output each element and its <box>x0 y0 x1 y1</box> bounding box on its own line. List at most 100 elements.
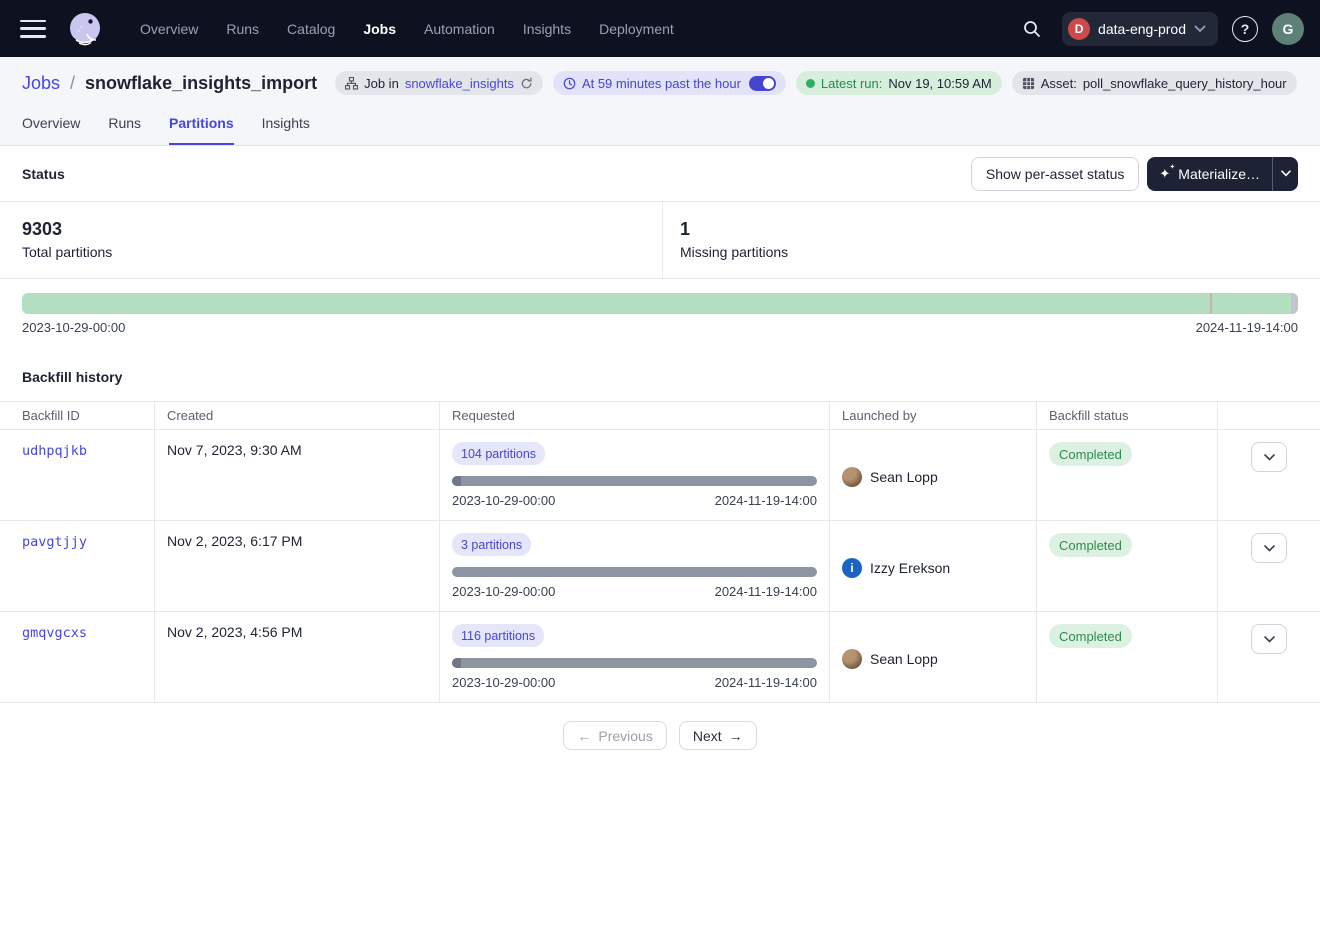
backfill-id-link[interactable]: pavgtjjy <box>22 534 87 550</box>
breadcrumb-separator: / <box>70 73 75 94</box>
latest-run-label: Latest run: <box>821 76 882 91</box>
job-repo-badge: Job in snowflake_insights <box>335 71 543 95</box>
page-title: snowflake_insights_import <box>85 73 317 94</box>
backfill-history-title: Backfill history <box>0 343 1320 401</box>
status-badge: Completed <box>1049 442 1132 466</box>
menu-icon[interactable] <box>20 20 46 38</box>
table-grid-icon <box>1022 77 1035 90</box>
status-cell: Completed <box>1037 612 1218 702</box>
avatar <box>842 467 862 487</box>
materialize-dropdown-button[interactable] <box>1272 157 1298 191</box>
range-end: 2024-11-19-14:00 <box>715 493 817 508</box>
schedule-label: At 59 minutes past the hour <box>582 76 741 91</box>
materialize-label: Materialize… <box>1178 166 1260 182</box>
launched-by-name: Sean Lopp <box>870 469 938 485</box>
status-section-header: Status Show per-asset status ✦ Materiali… <box>0 146 1320 201</box>
nav-item-overview[interactable]: Overview <box>140 21 198 37</box>
created-cell: Nov 2, 2023, 6:17 PM <box>155 521 440 611</box>
total-partitions-label: Total partitions <box>22 244 646 260</box>
latest-run-badge: Latest run: Nov 19, 10:59 AM <box>796 71 1002 95</box>
search-icon[interactable] <box>1016 13 1048 45</box>
nav-item-automation[interactable]: Automation <box>424 21 495 37</box>
help-icon[interactable]: ? <box>1232 16 1258 42</box>
schedule-toggle[interactable] <box>749 76 776 91</box>
nav-links: Overview Runs Catalog Jobs Automation In… <box>140 21 674 37</box>
deployment-name: data-eng-prod <box>1098 21 1186 37</box>
sitemap-icon <box>345 77 358 90</box>
range-end: 2024-11-19-14:00 <box>715 584 817 599</box>
partition-range-end: 2024-11-19-14:00 <box>1196 320 1298 335</box>
job-in-label: Job in <box>364 76 399 91</box>
backfill-range-bar <box>452 658 817 668</box>
requested-cell: 104 partitions 2023-10-29-00:00 2024-11-… <box>440 430 830 520</box>
tab-insights[interactable]: Insights <box>262 115 310 145</box>
asset-link[interactable]: poll_snowflake_query_history_hour <box>1083 76 1287 91</box>
repo-link[interactable]: snowflake_insights <box>405 76 514 91</box>
page-header: Jobs / snowflake_insights_import Job in … <box>0 57 1320 146</box>
created-cell: Nov 7, 2023, 9:30 AM <box>155 430 440 520</box>
partitions-count-badge[interactable]: 116 partitions <box>452 624 544 647</box>
tab-partitions[interactable]: Partitions <box>169 115 234 145</box>
pagination: ← Previous Next → <box>0 721 1320 750</box>
chevron-down-icon <box>1264 636 1275 643</box>
avatar <box>842 649 862 669</box>
status-title: Status <box>22 166 65 182</box>
range-start: 2023-10-29-00:00 <box>452 493 555 508</box>
asset-label: Asset: <box>1041 76 1077 91</box>
chevron-down-icon <box>1264 545 1275 552</box>
range-start: 2023-10-29-00:00 <box>452 675 555 690</box>
header-badges: Job in snowflake_insights At 59 minutes … <box>335 71 1297 95</box>
partitions-count-badge[interactable]: 3 partitions <box>452 533 531 556</box>
launched-by-cell: i Izzy Erekson <box>830 521 1037 611</box>
partition-stats: 9303 Total partitions 1 Missing partitio… <box>0 201 1320 279</box>
tab-bar: Overview Runs Partitions Insights <box>0 103 1320 145</box>
nav-item-runs[interactable]: Runs <box>226 21 259 37</box>
row-menu-button[interactable] <box>1251 533 1287 563</box>
nav-item-catalog[interactable]: Catalog <box>287 21 335 37</box>
show-per-asset-status-button[interactable]: Show per-asset status <box>971 157 1140 191</box>
backfill-id-link[interactable]: udhpqjkb <box>22 443 87 459</box>
partition-health-bar[interactable] <box>22 293 1298 314</box>
previous-page-button[interactable]: ← Previous <box>563 721 666 750</box>
nav-right: D data-eng-prod ? G <box>1016 12 1304 46</box>
status-cell: Completed <box>1037 521 1218 611</box>
partition-health-bar-section: 2023-10-29-00:00 2024-11-19-14:00 <box>0 279 1320 343</box>
clock-icon <box>563 77 576 90</box>
next-page-button[interactable]: Next → <box>679 721 757 750</box>
status-badge: Completed <box>1049 624 1132 648</box>
launched-by-name: Sean Lopp <box>870 651 938 667</box>
breadcrumb-jobs-link[interactable]: Jobs <box>22 73 60 94</box>
tab-overview[interactable]: Overview <box>22 115 80 145</box>
partition-bar-labels: 2023-10-29-00:00 2024-11-19-14:00 <box>22 320 1298 335</box>
launched-by-cell: Sean Lopp <box>830 430 1037 520</box>
nav-item-deployment[interactable]: Deployment <box>599 21 674 37</box>
status-badge: Completed <box>1049 533 1132 557</box>
partitions-count-badge[interactable]: 104 partitions <box>452 442 545 465</box>
chevron-down-icon <box>1194 25 1206 33</box>
avatar: i <box>842 558 862 578</box>
asset-badge: Asset: poll_snowflake_query_history_hour <box>1012 71 1297 95</box>
nav-item-insights[interactable]: Insights <box>523 21 571 37</box>
col-requested: Requested <box>440 402 830 429</box>
materialize-button[interactable]: ✦ Materialize… <box>1147 157 1298 191</box>
tab-runs[interactable]: Runs <box>108 115 141 145</box>
dagster-logo-icon[interactable] <box>66 10 104 48</box>
stat-missing-partitions: 1 Missing partitions <box>663 202 804 278</box>
nav-item-jobs[interactable]: Jobs <box>363 21 396 37</box>
arrow-right-icon: → <box>729 728 743 744</box>
backfill-id-link[interactable]: gmqvgcxs <box>22 625 87 641</box>
backfill-range-bar <box>452 476 817 486</box>
latest-run-link[interactable]: Nov 19, 10:59 AM <box>888 76 991 91</box>
backfill-table-header: Backfill ID Created Requested Launched b… <box>0 401 1320 430</box>
top-nav: Overview Runs Catalog Jobs Automation In… <box>0 0 1320 57</box>
row-menu-button[interactable] <box>1251 624 1287 654</box>
col-created: Created <box>155 402 440 429</box>
partition-failed-tick <box>1210 293 1212 314</box>
col-backfill-status: Backfill status <box>1037 402 1218 429</box>
deployment-switcher[interactable]: D data-eng-prod <box>1062 12 1218 46</box>
user-avatar[interactable]: G <box>1272 13 1304 45</box>
partition-range-start: 2023-10-29-00:00 <box>22 320 125 335</box>
row-menu-button[interactable] <box>1251 442 1287 472</box>
reload-icon[interactable] <box>520 77 533 90</box>
missing-partitions-value: 1 <box>680 216 788 242</box>
